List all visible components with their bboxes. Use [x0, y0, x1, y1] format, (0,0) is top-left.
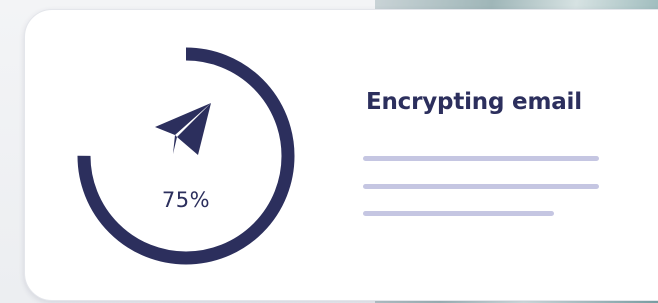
placeholder-line [363, 184, 599, 189]
paper-plane-icon [153, 101, 215, 157]
task-title: Encrypting email [366, 89, 582, 115]
progress-percentage: 75% [161, 188, 211, 212]
placeholder-line [363, 156, 599, 161]
placeholder-line [363, 211, 554, 216]
